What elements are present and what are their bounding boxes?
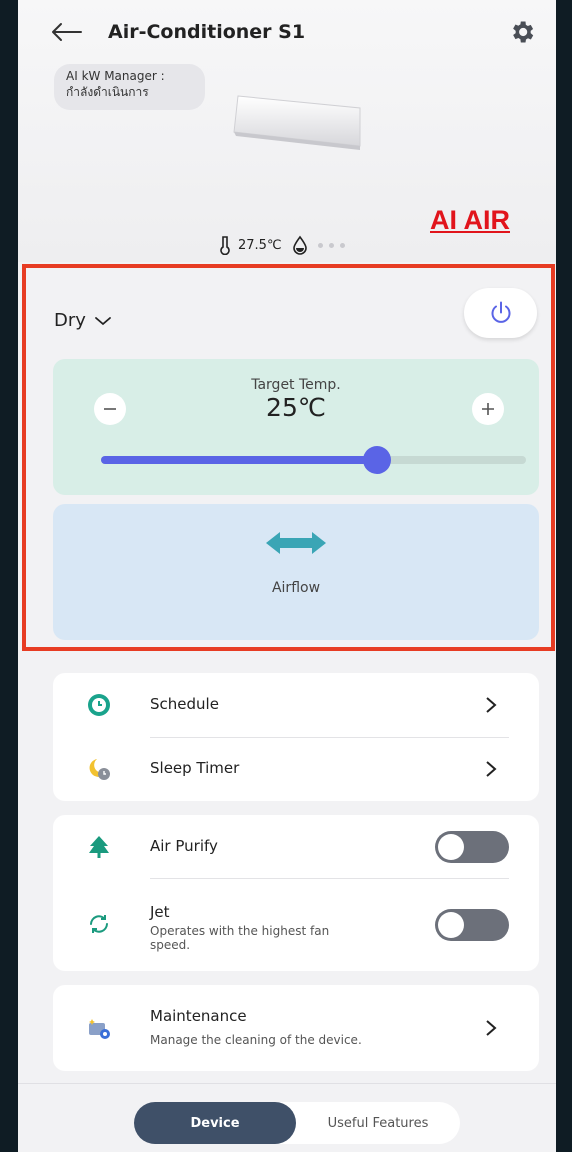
page-dots: [317, 242, 351, 248]
jet-description-line: speed.: [150, 938, 191, 952]
jet-toggle[interactable]: [435, 909, 509, 941]
tab-device[interactable]: Device: [134, 1102, 296, 1144]
air-purify-row: Air Purify: [53, 815, 539, 879]
power-button[interactable]: [464, 288, 537, 338]
gear-icon[interactable]: [508, 18, 536, 46]
air-conditioner-image: [233, 95, 361, 150]
airflow-icon: [266, 532, 326, 554]
temp-slider-fill: [101, 456, 378, 464]
jet-swirl-icon: [90, 915, 108, 933]
plus-icon: [482, 403, 494, 415]
bottom-navigation: Device Useful Features: [18, 1083, 556, 1152]
temp-slider[interactable]: [101, 446, 526, 474]
sleep-timer-label: Sleep Timer: [150, 759, 240, 777]
air-purify-label: Air Purify: [150, 837, 218, 855]
chevron-down-icon: [95, 316, 111, 325]
mode-label: Dry: [54, 310, 86, 331]
increase-temp-button[interactable]: [472, 393, 504, 425]
thermometer-icon: [220, 236, 230, 255]
air-purify-toggle[interactable]: [435, 831, 509, 863]
maintenance-icon: [89, 1019, 110, 1039]
jet-label: Jet: [150, 903, 170, 921]
toggle-knob: [438, 912, 464, 938]
app-screen: Air-Conditioner S1 AI kW Manager : กำลัง…: [18, 0, 556, 1152]
ai-kw-state: กำลังดำเนินการ: [66, 85, 149, 99]
temperature-readout: 27.5℃: [218, 234, 351, 256]
chevron-right-icon: [486, 697, 497, 713]
air-features-card: Air Purify Jet Operates with the highest…: [53, 815, 539, 971]
clock-icon: [88, 694, 110, 716]
top-bar: Air-Conditioner S1: [18, 12, 556, 52]
jet-description: Operates with the highest fan speed.: [150, 924, 329, 952]
ai-kw-manager-status[interactable]: AI kW Manager : กำลังดำเนินการ: [54, 64, 205, 110]
back-arrow-icon[interactable]: [48, 18, 84, 46]
device-hero: Air-Conditioner S1 AI kW Manager : กำลัง…: [18, 0, 556, 262]
schedule-row[interactable]: Schedule: [53, 673, 539, 737]
maintenance-card[interactable]: Maintenance Manage the cleaning of the d…: [53, 985, 539, 1071]
sleep-timer-row[interactable]: Sleep Timer: [53, 737, 539, 801]
target-temp-label: Target Temp.: [251, 377, 341, 393]
droplet-icon: [292, 235, 307, 255]
temp-slider-handle[interactable]: [363, 446, 392, 474]
minus-icon: [104, 408, 116, 410]
mode-selector[interactable]: Dry: [54, 310, 112, 331]
ai-kw-label: AI kW Manager :: [66, 69, 165, 83]
toggle-knob: [438, 834, 464, 860]
decrease-temp-button[interactable]: [94, 393, 126, 425]
chevron-right-icon: [486, 1020, 497, 1036]
chevron-right-icon: [486, 761, 497, 777]
schedule-card: Schedule Sleep Timer: [53, 673, 539, 801]
power-icon: [491, 301, 510, 323]
jet-description-line: Operates with the highest fan: [150, 924, 330, 938]
page-title: Air-Conditioner S1: [108, 21, 306, 43]
airflow-card[interactable]: Airflow: [53, 504, 539, 640]
tree-icon: [89, 836, 109, 858]
airflow-label: Airflow: [271, 580, 321, 596]
schedule-label: Schedule: [150, 695, 219, 713]
tab-useful-features[interactable]: Useful Features: [296, 1102, 460, 1144]
maintenance-label: Maintenance: [150, 1007, 247, 1025]
maintenance-description: Manage the cleaning of the device.: [150, 1033, 362, 1047]
tab-switcher: Device Useful Features: [134, 1102, 460, 1144]
ai-air-annotation: AI AIR: [430, 205, 510, 235]
target-temp-card: Target Temp. 25℃: [53, 359, 539, 495]
jet-row: Jet Operates with the highest fan speed.: [53, 879, 539, 971]
moon-timer-icon: [89, 759, 110, 780]
room-temperature: 27.5℃: [238, 237, 282, 253]
